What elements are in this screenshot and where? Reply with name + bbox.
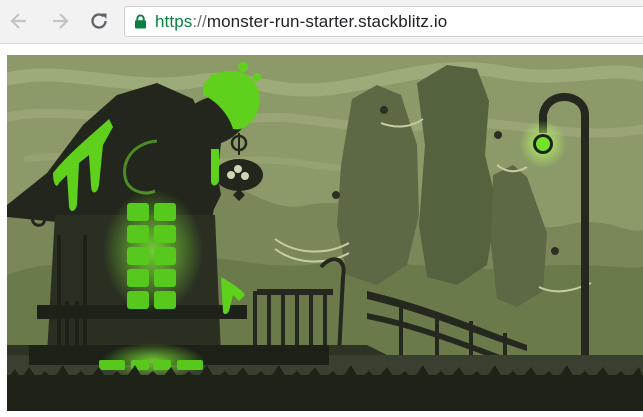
game-scene — [7, 55, 643, 411]
arrow-right-icon — [53, 13, 69, 29]
forward-button[interactable] — [47, 8, 73, 34]
rock-spire — [417, 65, 497, 285]
address-bar[interactable]: https://monster-run-starter.stackblitz.i… — [124, 6, 643, 37]
lock-icon — [134, 14, 148, 30]
url-host: monster-run-starter.stackblitz.io — [206, 11, 448, 31]
back-button[interactable] — [6, 8, 32, 34]
url-separator: :// — [192, 11, 207, 31]
arrow-left-icon — [10, 13, 26, 29]
game-canvas[interactable] — [7, 55, 643, 411]
reload-button[interactable] — [86, 8, 112, 34]
browser-toolbar: https://monster-run-starter.stackblitz.i… — [0, 0, 643, 44]
url-text: https://monster-run-starter.stackblitz.i… — [155, 12, 447, 32]
url-scheme: https — [155, 11, 193, 31]
reload-icon — [91, 13, 107, 29]
